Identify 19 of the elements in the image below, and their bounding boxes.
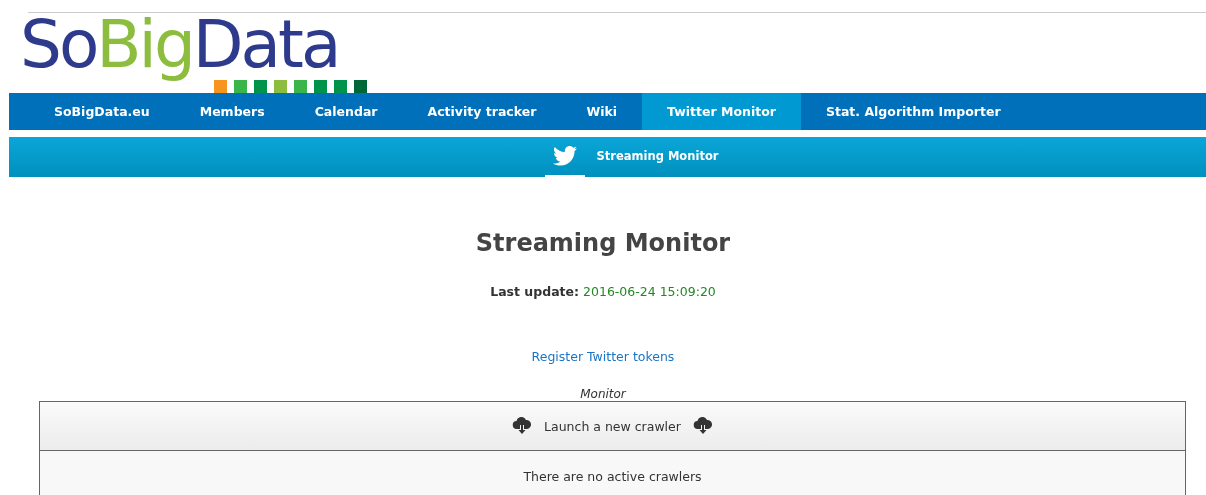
nav-tab[interactable]: Twitter Monitor [642, 93, 801, 130]
register-tokens-link[interactable]: Register Twitter tokens [531, 349, 675, 364]
last-update-value: 2016-06-24 15:09:20 [583, 284, 716, 299]
nav-tab[interactable]: Activity tracker [402, 93, 562, 130]
nav-tab[interactable]: Wiki [561, 93, 643, 130]
empty-crawlers-text: There are no active crawlers [523, 468, 702, 484]
page-title: Streaming Monitor [474, 229, 732, 257]
bird-icon [552, 146, 577, 166]
sub-nav-tab[interactable]: Streaming Monitor [584, 137, 731, 177]
nav-tab[interactable]: Stat. Algorithm Importer [800, 93, 1026, 130]
nav-tab[interactable]: SoBigData.eu [29, 93, 175, 130]
nav-tab[interactable]: Calendar [289, 93, 403, 130]
last-update-label: Last update: [490, 284, 580, 299]
nav-tab[interactable]: Members [174, 93, 290, 130]
logo-squares-icon [214, 80, 370, 93]
cloud-download-icon [692, 417, 713, 435]
cloud-download-icon [512, 417, 533, 435]
table-caption: Monitor [579, 387, 628, 401]
launch-crawler-button[interactable]: Launch a new crawler [40, 402, 1185, 451]
